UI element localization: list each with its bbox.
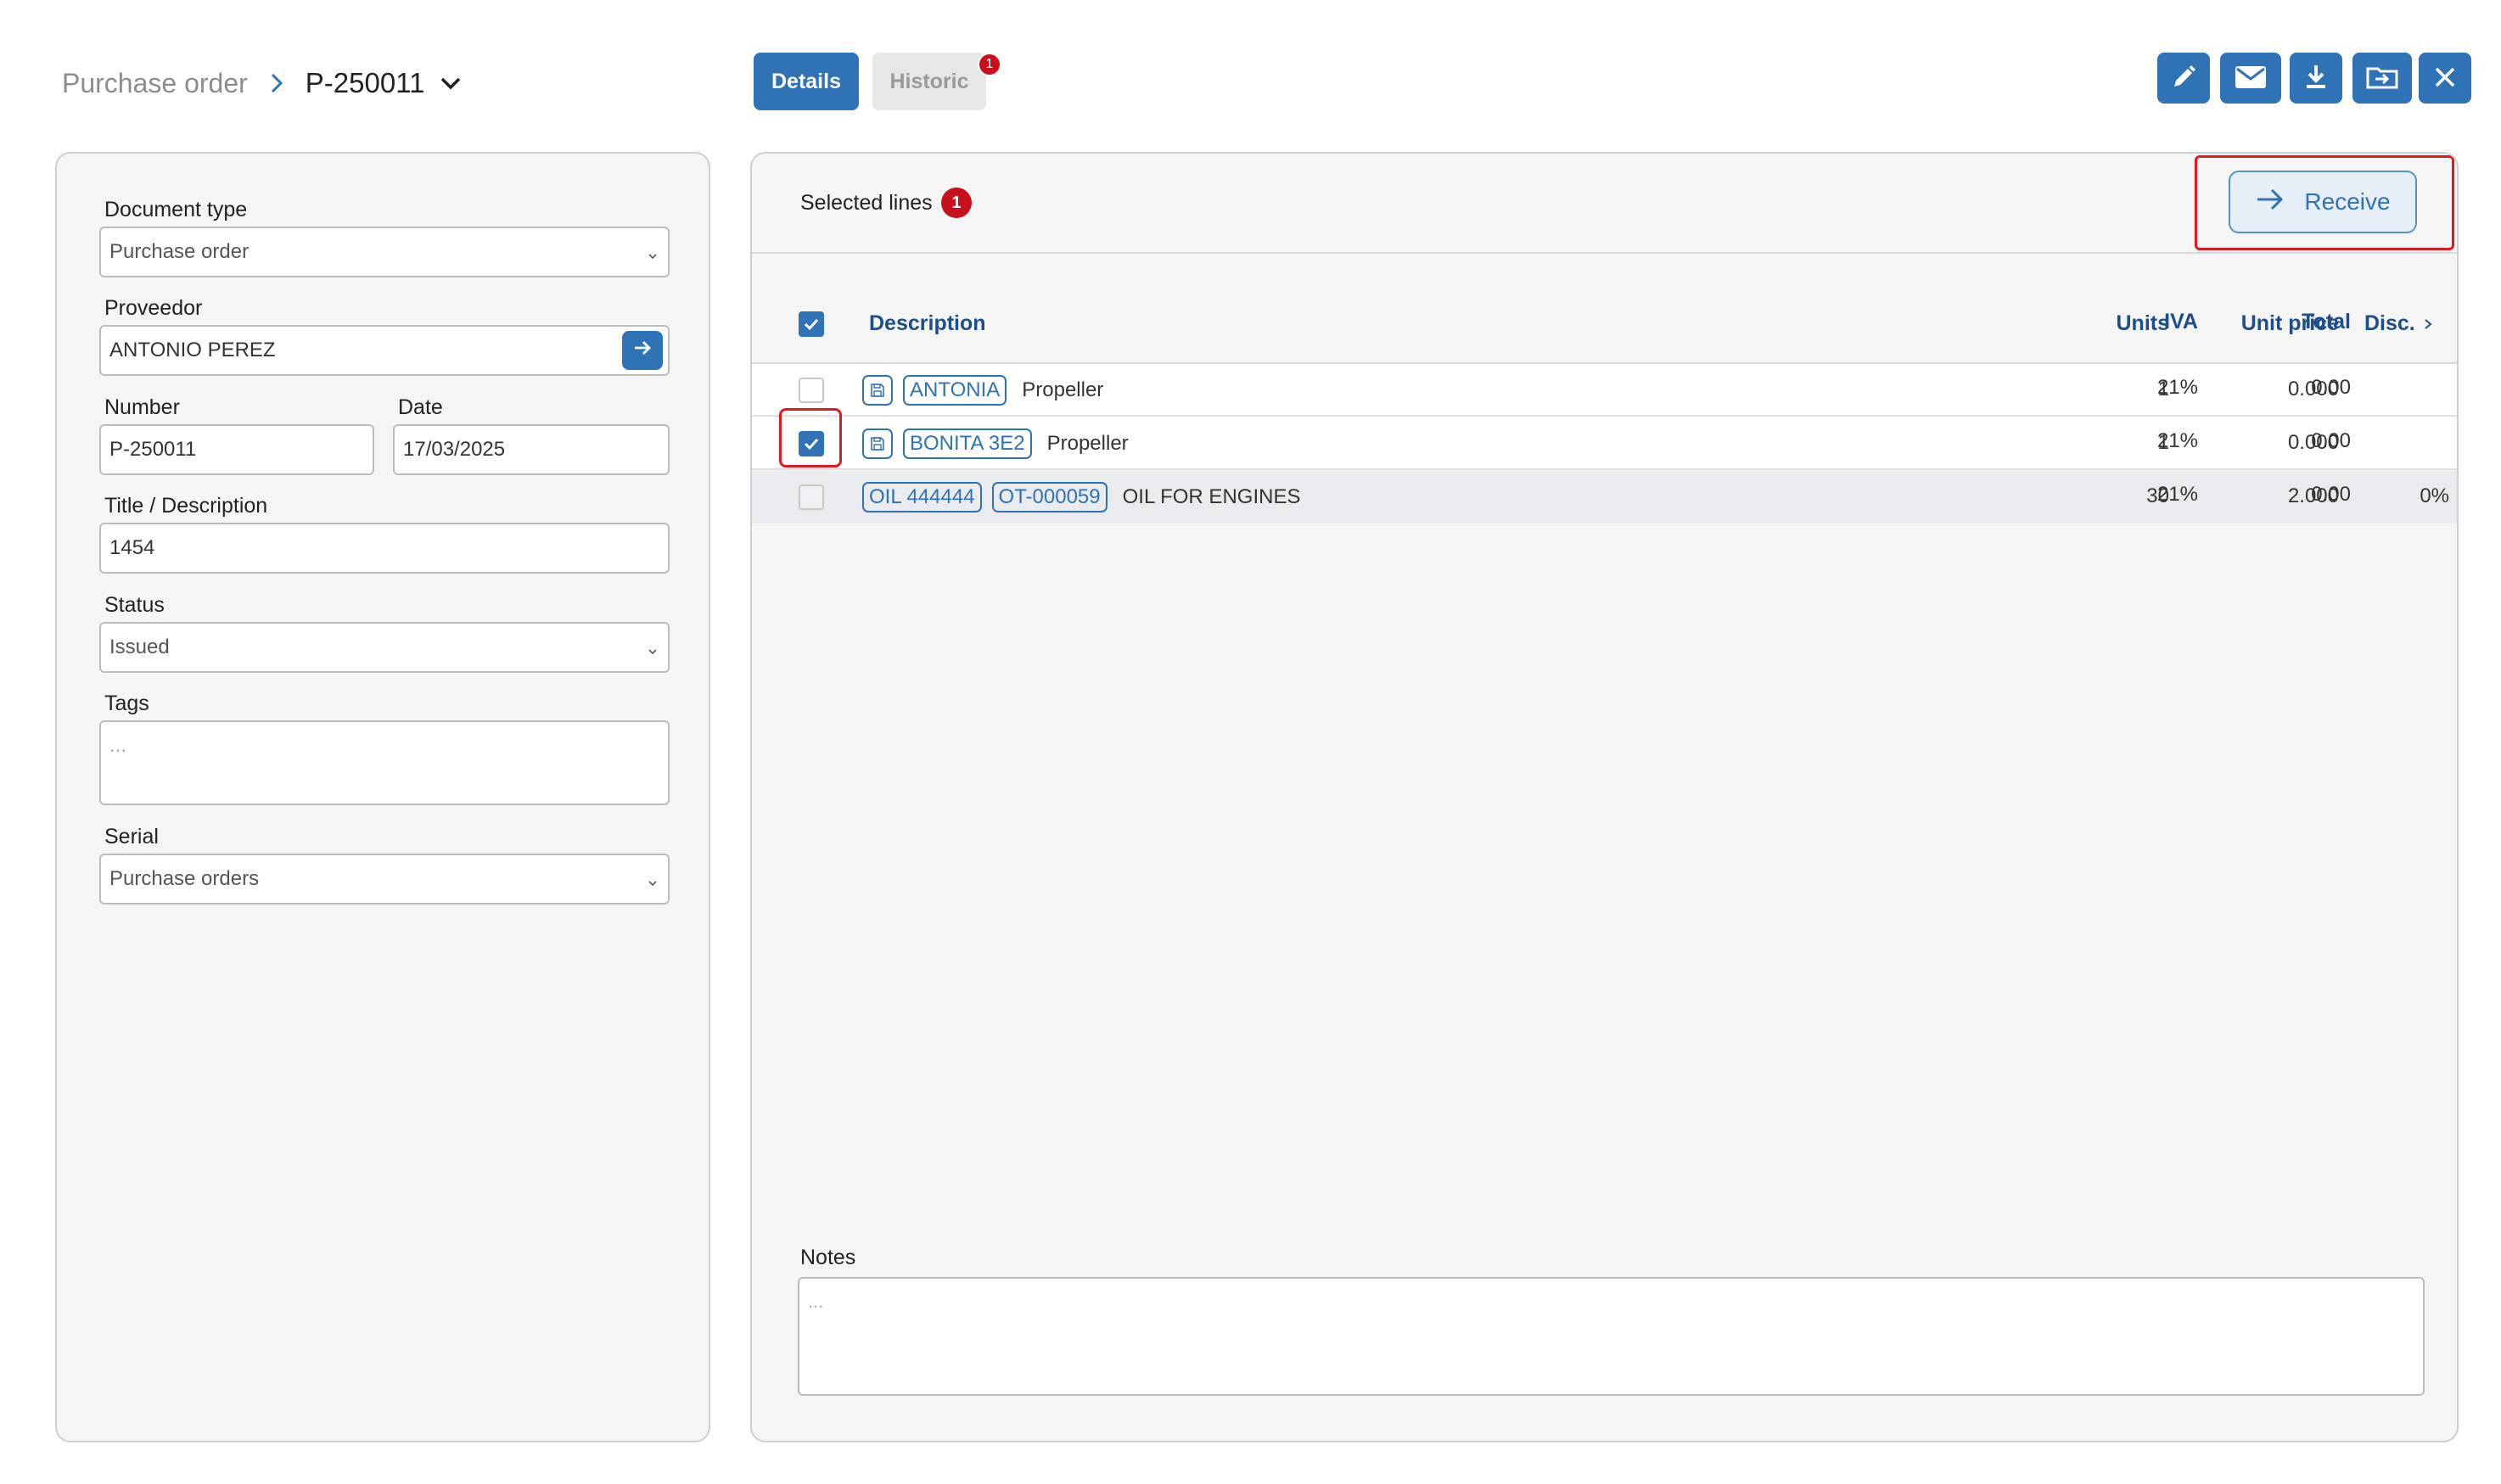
move-to-folder-icon	[2365, 64, 2399, 93]
date-value: 17/03/2025	[403, 438, 506, 461]
row-description: BONITA 3E2 Propeller	[862, 428, 1129, 460]
row-description-text: Propeller	[1046, 432, 1129, 455]
date-field[interactable]: 17/03/2025	[393, 424, 670, 475]
save-icon[interactable]	[862, 428, 893, 459]
row-checkbox[interactable]	[799, 378, 824, 403]
edit-icon	[2169, 63, 2198, 94]
row-tag[interactable]: BONITA 3E2	[903, 428, 1032, 459]
document-type-value: Purchase order	[109, 240, 250, 263]
chevron-right-icon	[2425, 319, 2432, 330]
selected-lines-badge: 1	[941, 188, 972, 218]
status-select[interactable]: Issued	[99, 622, 670, 673]
select-all-checkbox[interactable]	[799, 311, 824, 337]
download-button[interactable]	[2290, 53, 2342, 104]
selected-lines-label: Selected lines	[800, 191, 933, 215]
row-description-text: OIL FOR ENGINES	[1122, 485, 1301, 508]
row-tag[interactable]: ANTONIA	[903, 375, 1007, 406]
tab-details[interactable]: Details	[754, 53, 859, 110]
arrow-right-icon	[2255, 187, 2285, 218]
check-icon	[804, 318, 819, 331]
receive-label: Receive	[2304, 188, 2391, 215]
status-value: Issued	[109, 636, 170, 658]
chevron-right-icon	[265, 71, 289, 95]
serial-value: Purchase orders	[109, 867, 260, 890]
column-disc[interactable]: Disc.	[2364, 311, 2435, 336]
row-description: OIL 444444 OT-000059 OIL FOR ENGINES	[862, 481, 1300, 513]
serial-label: Serial	[104, 825, 159, 848]
title-field[interactable]: 1454	[99, 523, 670, 574]
chevron-down-icon	[646, 245, 659, 260]
status-label: Status	[104, 593, 165, 617]
chevron-down-icon[interactable]	[438, 70, 463, 96]
proveedor-label: Proveedor	[104, 296, 203, 320]
chevron-down-icon	[646, 872, 659, 887]
move-to-folder-button[interactable]	[2352, 53, 2412, 104]
row-tag[interactable]: OIL 444444	[862, 482, 982, 512]
row-total: 0.00	[2311, 483, 2351, 506]
email-button[interactable]	[2220, 53, 2281, 104]
tags-placeholder: ...	[109, 734, 127, 757]
notes-field[interactable]: ...	[798, 1277, 2425, 1396]
row-total: 0.00	[2311, 376, 2351, 399]
receive-button[interactable]: Receive	[2229, 171, 2417, 233]
row-tag[interactable]: OT-000059	[991, 482, 1108, 512]
document-type-select[interactable]: Purchase order	[99, 227, 670, 277]
save-icon[interactable]	[862, 375, 893, 406]
date-label: Date	[398, 395, 443, 419]
open-proveedor-button[interactable]	[622, 331, 663, 370]
row-disc: 0%	[2420, 484, 2449, 507]
proveedor-field[interactable]: ANTONIO PEREZ	[99, 325, 670, 376]
number-label: Number	[104, 395, 180, 419]
row-iva: 21%	[2156, 376, 2198, 399]
notes-label: Notes	[800, 1246, 856, 1269]
number-field[interactable]: P-250011	[99, 424, 374, 475]
row-checkbox[interactable]	[799, 484, 824, 510]
serial-select[interactable]: Purchase orders	[99, 854, 670, 904]
arrow-right-icon	[631, 337, 653, 365]
row-description: ANTONIA Propeller	[862, 374, 1103, 406]
breadcrumb: Purchase order P-250011	[62, 61, 463, 105]
column-iva[interactable]: IVA	[2079, 310, 2198, 334]
tab-historic[interactable]: Historic	[872, 53, 986, 110]
mail-icon	[2234, 64, 2268, 93]
document-form-panel: Document type Purchase order Proveedor A…	[55, 152, 710, 1442]
title-label: Title / Description	[104, 494, 268, 518]
tags-field[interactable]: ...	[99, 720, 670, 805]
edit-button[interactable]	[2157, 53, 2210, 104]
table-row[interactable]: ANTONIA Propeller 1 0.000	[752, 364, 2457, 417]
title-value: 1454	[109, 536, 155, 559]
row-iva: 21%	[2156, 429, 2198, 452]
table-row[interactable]: OIL 444444 OT-000059 OIL FOR ENGINES 30 …	[752, 471, 2457, 524]
document-type-label: Document type	[104, 198, 248, 221]
historic-badge: 1	[978, 53, 1001, 76]
proveedor-value: ANTONIO PEREZ	[109, 339, 276, 361]
chevron-down-icon	[646, 641, 659, 655]
row-iva: 21%	[2156, 483, 2198, 506]
close-button[interactable]	[2419, 53, 2471, 104]
lines-panel: Selected lines 1 Receive Description Uni…	[750, 152, 2459, 1442]
close-icon	[2433, 65, 2457, 92]
notes-placeholder: ...	[808, 1291, 824, 1312]
row-total: 0.00	[2311, 429, 2351, 452]
download-icon	[2302, 63, 2330, 94]
row-description-text: Propeller	[1022, 378, 1104, 401]
tags-label: Tags	[104, 692, 149, 715]
column-description[interactable]: Description	[869, 311, 986, 336]
number-value: P-250011	[109, 438, 197, 461]
column-total[interactable]: Total	[2223, 310, 2351, 334]
checkbox-highlight	[779, 408, 842, 468]
column-disc-label: Disc.	[2364, 311, 2415, 335]
breadcrumb-current: P-250011	[305, 67, 425, 98]
table-row[interactable]: BONITA 3E2 Propeller 1 0.000	[752, 417, 2457, 470]
breadcrumb-parent[interactable]: Purchase order	[62, 68, 248, 99]
